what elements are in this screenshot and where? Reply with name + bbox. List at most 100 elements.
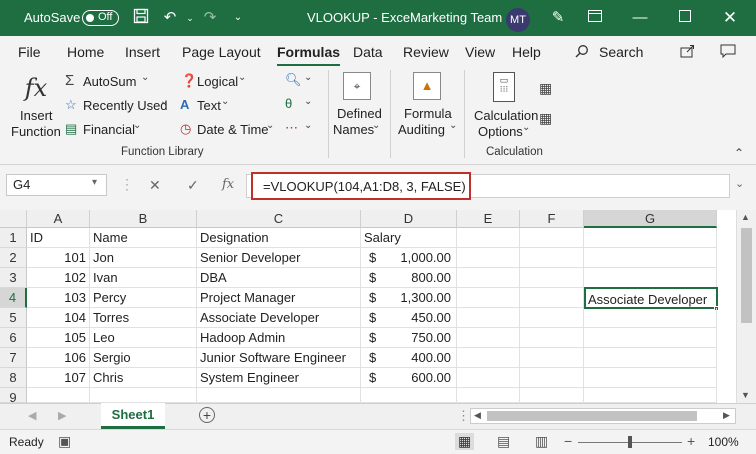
- row-header-5[interactable]: 5: [0, 308, 27, 328]
- formula-auditing-label-2[interactable]: Auditing: [398, 122, 445, 137]
- chevron-down-icon[interactable]: ⌄: [266, 120, 274, 131]
- defined-names-icon[interactable]: ⌖: [343, 72, 371, 100]
- cell-b1[interactable]: Name: [90, 228, 197, 248]
- pen-icon[interactable]: ✎: [548, 8, 568, 28]
- ribbon-display-icon[interactable]: [585, 8, 605, 28]
- cell-c2[interactable]: Senior Developer: [197, 248, 361, 268]
- chevron-down-icon[interactable]: ⌄: [522, 122, 530, 133]
- expand-formula-bar-icon[interactable]: ⌄: [735, 177, 744, 190]
- h-scroll-thumb[interactable]: [487, 411, 697, 421]
- calculation-options-label-1[interactable]: Calculation: [474, 108, 538, 123]
- insert-function-icon[interactable]: fx: [24, 74, 48, 102]
- cell-b6[interactable]: Leo: [90, 328, 197, 348]
- calculation-options-label-2[interactable]: Options: [478, 124, 523, 139]
- cell-a6[interactable]: 105: [27, 328, 90, 348]
- autosum-button[interactable]: AutoSum: [83, 74, 136, 89]
- cell-c8[interactable]: System Engineer: [197, 368, 361, 388]
- cell-b4[interactable]: Percy: [90, 288, 197, 308]
- worksheet-grid[interactable]: A B C D E F G 1 2 3 4 5 6 7 8 9 ID Name …: [0, 210, 756, 403]
- save-icon[interactable]: [131, 8, 151, 28]
- column-header-d[interactable]: D: [361, 210, 457, 228]
- cell-e5[interactable]: [457, 308, 520, 328]
- cell-e8[interactable]: [457, 368, 520, 388]
- avatar[interactable]: MT: [506, 8, 530, 32]
- cell-d6[interactable]: $750.00: [361, 328, 457, 348]
- row-header-9[interactable]: 9: [0, 388, 27, 403]
- minimize-icon[interactable]: —: [630, 8, 650, 28]
- cell-a9[interactable]: [27, 388, 90, 403]
- tab-split-handle[interactable]: ⋮: [457, 408, 470, 424]
- cell-f9[interactable]: [520, 388, 584, 403]
- cell-c4[interactable]: Project Manager: [197, 288, 361, 308]
- search-label[interactable]: Search: [599, 44, 643, 60]
- recently-used-button[interactable]: Recently Used: [83, 98, 168, 113]
- redo-icon[interactable]: ↷: [200, 8, 220, 28]
- row-header-2[interactable]: 2: [0, 248, 27, 268]
- cell-f8[interactable]: [520, 368, 584, 388]
- cell-f5[interactable]: [520, 308, 584, 328]
- tab-home[interactable]: Home: [67, 44, 104, 60]
- cell-b9[interactable]: [90, 388, 197, 403]
- cell-f1[interactable]: [520, 228, 584, 248]
- undo-icon[interactable]: ↶: [160, 8, 180, 28]
- column-header-a[interactable]: A: [27, 210, 90, 228]
- chevron-down-icon[interactable]: ⌄: [304, 96, 312, 107]
- tab-file[interactable]: File: [18, 44, 41, 60]
- tab-data[interactable]: Data: [353, 44, 383, 60]
- zoom-level[interactable]: 100%: [708, 435, 739, 449]
- math-trig-icon[interactable]: θ: [285, 96, 292, 111]
- cell-d1[interactable]: Salary: [361, 228, 457, 248]
- cell-c3[interactable]: DBA: [197, 268, 361, 288]
- cell-d3[interactable]: $800.00: [361, 268, 457, 288]
- tab-help[interactable]: Help: [512, 44, 541, 60]
- financial-button[interactable]: Financial: [83, 122, 135, 137]
- cell-g9[interactable]: [584, 388, 717, 403]
- row-header-4[interactable]: 4: [0, 288, 27, 308]
- formula-auditing-label-1[interactable]: Formula: [404, 106, 452, 121]
- cell-g3[interactable]: [584, 268, 717, 288]
- cell-c6[interactable]: Hadoop Admin: [197, 328, 361, 348]
- page-break-view-icon[interactable]: ▥: [535, 433, 548, 450]
- customize-toolbar-icon[interactable]: ⌄: [228, 8, 248, 28]
- cell-f4[interactable]: [520, 288, 584, 308]
- cell-a8[interactable]: 107: [27, 368, 90, 388]
- prev-sheet-icon[interactable]: ◀: [28, 409, 36, 422]
- chevron-down-icon[interactable]: ⌄: [372, 120, 380, 131]
- tab-review[interactable]: Review: [403, 44, 449, 60]
- zoom-slider-thumb[interactable]: [628, 436, 632, 448]
- cell-g5[interactable]: [584, 308, 717, 328]
- cell-b8[interactable]: Chris: [90, 368, 197, 388]
- cell-c7[interactable]: Junior Software Engineer: [197, 348, 361, 368]
- cell-a2[interactable]: 101: [27, 248, 90, 268]
- collapse-ribbon-icon[interactable]: ⌃: [734, 146, 744, 160]
- zoom-slider[interactable]: [578, 436, 682, 448]
- page-layout-view-icon[interactable]: ▤: [497, 433, 510, 450]
- search-icon[interactable]: [575, 44, 589, 61]
- vertical-scrollbar[interactable]: ▲ ▼: [736, 210, 756, 403]
- cell-g6[interactable]: [584, 328, 717, 348]
- cell-e3[interactable]: [457, 268, 520, 288]
- cell-f3[interactable]: [520, 268, 584, 288]
- cell-a5[interactable]: 104: [27, 308, 90, 328]
- cell-g7[interactable]: [584, 348, 717, 368]
- chevron-down-icon[interactable]: ⌄: [141, 72, 149, 83]
- row-header-8[interactable]: 8: [0, 368, 27, 388]
- cell-f7[interactable]: [520, 348, 584, 368]
- chevron-down-icon[interactable]: ⌄: [449, 120, 457, 131]
- scroll-up-icon[interactable]: ▲: [741, 212, 750, 222]
- scroll-left-icon[interactable]: ◀: [474, 410, 481, 421]
- close-icon[interactable]: ✕: [720, 8, 740, 28]
- chevron-down-icon[interactable]: ⌄: [221, 96, 229, 107]
- cell-e7[interactable]: [457, 348, 520, 368]
- cell-b3[interactable]: Ivan: [90, 268, 197, 288]
- tab-page-layout[interactable]: Page Layout: [182, 44, 261, 60]
- column-header-g[interactable]: G: [584, 210, 717, 228]
- zoom-in-button[interactable]: +: [687, 433, 695, 449]
- insert-function-button[interactable]: fx: [222, 177, 234, 192]
- cancel-icon[interactable]: ✕: [149, 177, 161, 194]
- cell-a7[interactable]: 106: [27, 348, 90, 368]
- formula-input[interactable]: =VLOOKUP(104,A1:D8, 3, FALSE): [251, 172, 471, 200]
- tab-insert[interactable]: Insert: [125, 44, 160, 60]
- scroll-right-icon[interactable]: ▶: [723, 410, 730, 421]
- row-header-1[interactable]: 1: [0, 228, 27, 248]
